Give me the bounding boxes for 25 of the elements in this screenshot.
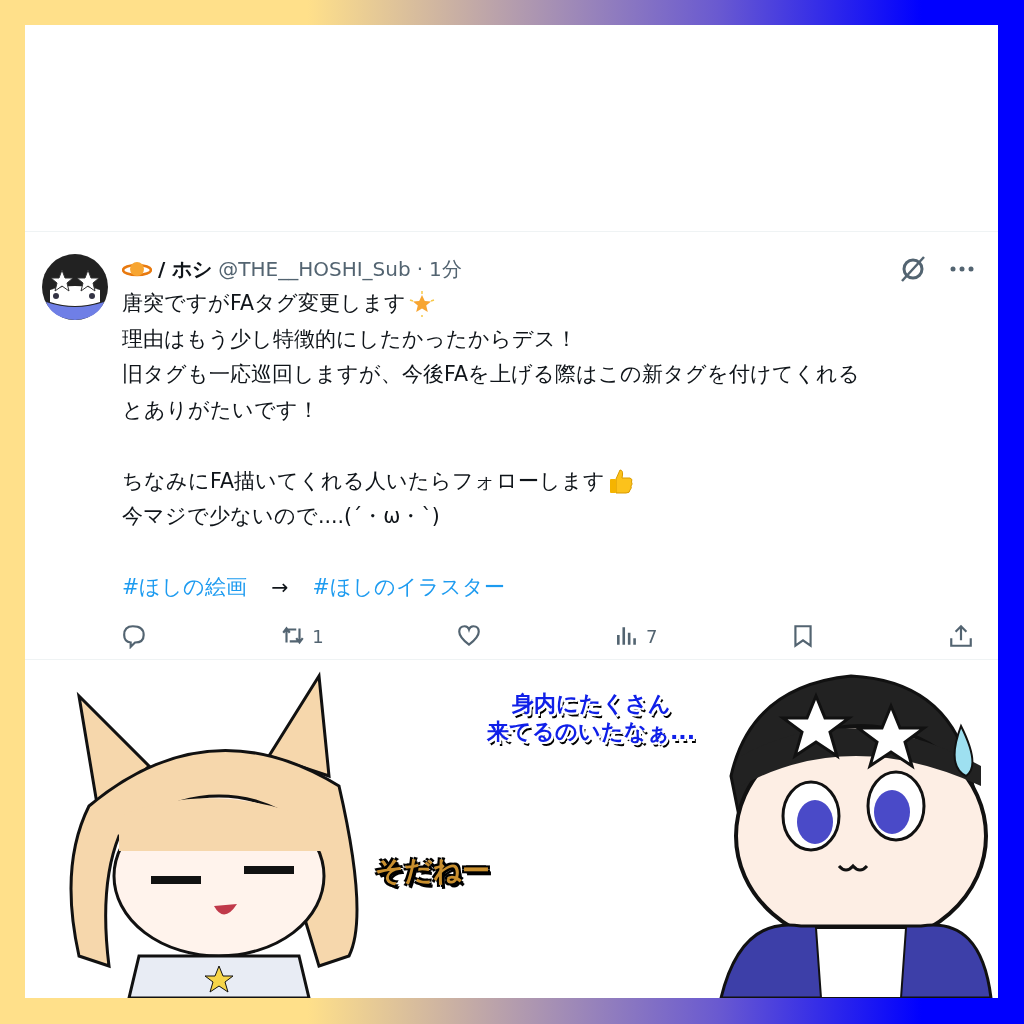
user-handle[interactable]: @THE__HOSHI_Sub bbox=[218, 254, 411, 284]
star-icon bbox=[407, 289, 436, 318]
post-text-line: 理由はもう少し特徴的にしたかったからデス！ bbox=[122, 325, 577, 353]
post-text-line: とありがたいです！ bbox=[122, 396, 319, 424]
post-text-line: ちなみにFA描いてくれる人いたらフォローします bbox=[122, 467, 605, 495]
arrow-text: → bbox=[271, 573, 289, 601]
views-button[interactable]: 7 bbox=[614, 622, 658, 650]
more-options-icon[interactable] bbox=[950, 265, 974, 273]
hashtag-link[interactable]: #ほしの絵画 bbox=[122, 569, 248, 605]
post-time[interactable]: 1分 bbox=[429, 254, 462, 284]
display-name[interactable]: / ホシ bbox=[158, 254, 213, 284]
avatar[interactable] bbox=[42, 254, 108, 320]
post-text-line: 旧タグも一応巡回しますが、今後FAを上げる際はこの新タグを付けてくれる bbox=[122, 361, 860, 388]
heart-icon bbox=[455, 623, 482, 649]
share-icon bbox=[948, 623, 974, 649]
speech-caption: そだねー bbox=[375, 854, 490, 888]
speech-caption: 身内にたくさん 来てるのいたなぁ... bbox=[487, 690, 696, 746]
planet-icon bbox=[122, 259, 152, 279]
share-button[interactable] bbox=[948, 622, 974, 650]
post-text-line: 唐突ですがFAタグ変更します bbox=[122, 290, 406, 317]
speech-bubble-icon bbox=[122, 623, 148, 649]
separator-dot: · bbox=[416, 256, 423, 283]
reply-button[interactable] bbox=[122, 622, 148, 650]
post-text-line: 今マジで少ないので....(´・ω・`) bbox=[122, 503, 440, 530]
repost-button[interactable]: 1 bbox=[280, 622, 324, 650]
